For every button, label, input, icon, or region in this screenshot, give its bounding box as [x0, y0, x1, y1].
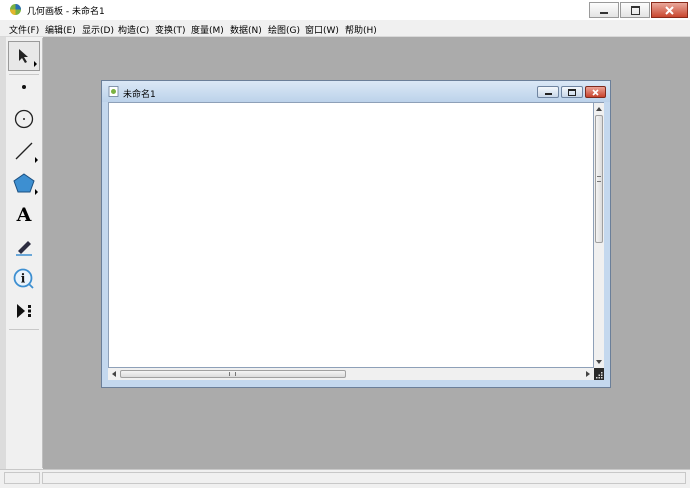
point-icon: [22, 85, 26, 89]
document-window: 未命名1: [101, 80, 611, 388]
vertical-scroll-thumb[interactable]: [595, 115, 603, 243]
status-segment: [42, 472, 686, 484]
selection-arrow-tool[interactable]: [8, 41, 40, 71]
app-window: 几何画板 - 未命名1 文件(F) 编辑(E) 显示(D) 构造(C) 变换(T…: [0, 0, 690, 488]
doc-maximize-button[interactable]: [561, 86, 583, 98]
minimize-icon: [544, 93, 552, 95]
text-icon: A: [16, 204, 32, 226]
menu-data[interactable]: 数据(N): [230, 23, 262, 36]
menu-transform[interactable]: 变换(T): [155, 23, 186, 36]
toolbox-divider: [9, 329, 39, 330]
info-icon: i: [13, 268, 34, 289]
menu-graph[interactable]: 绘图(G): [268, 23, 300, 36]
polygon-icon: [13, 173, 35, 193]
grip-icon: [597, 176, 601, 182]
status-bar: [0, 469, 690, 488]
window-title: 几何画板 - 未命名1: [27, 7, 105, 17]
information-tool[interactable]: i: [8, 264, 40, 294]
document-title: 未命名1: [123, 90, 156, 100]
minimize-icon: [600, 12, 608, 14]
sketch-canvas[interactable]: [108, 102, 594, 368]
resize-grip-icon: [596, 372, 603, 379]
marker-tool[interactable]: [8, 232, 40, 262]
submenu-arrow-icon: [34, 61, 37, 67]
title-bar: 几何画板 - 未命名1: [0, 0, 690, 20]
doc-minimize-button[interactable]: [537, 86, 559, 98]
svg-text:i: i: [21, 272, 26, 286]
menu-construct[interactable]: 构造(C): [118, 23, 149, 36]
close-icon: [665, 5, 674, 15]
maximize-button[interactable]: [620, 2, 650, 18]
restore-icon: [568, 88, 576, 96]
horizontal-scrollbar[interactable]: [108, 368, 594, 380]
menu-bar: 文件(F) 编辑(E) 显示(D) 构造(C) 变换(T) 度量(M) 数据(N…: [0, 20, 690, 37]
close-button[interactable]: [651, 2, 688, 18]
toolbox: A i: [6, 38, 43, 468]
menu-display[interactable]: 显示(D): [82, 23, 114, 36]
document-title-bar[interactable]: 未命名1: [102, 81, 610, 102]
menu-window[interactable]: 窗口(W): [305, 23, 339, 36]
horizontal-scroll-thumb[interactable]: [120, 370, 346, 378]
menu-help[interactable]: 帮助(H): [345, 23, 377, 36]
resize-grip[interactable]: [594, 368, 604, 380]
grip-icon: [229, 372, 236, 376]
document-icon: [108, 86, 119, 97]
status-segment: [4, 472, 40, 484]
text-tool[interactable]: A: [8, 200, 40, 230]
scroll-down-icon[interactable]: [594, 358, 604, 366]
point-tool[interactable]: [8, 72, 40, 102]
play-dots-icon: [17, 304, 31, 318]
custom-tool[interactable]: [8, 296, 40, 326]
minimize-button[interactable]: [589, 2, 619, 18]
menu-file[interactable]: 文件(F): [9, 23, 39, 36]
arrow-icon: [19, 49, 28, 63]
sketchpad-logo-icon: [10, 4, 21, 15]
circle-icon: [14, 109, 34, 129]
vertical-scrollbar[interactable]: [594, 102, 604, 368]
restore-icon: [630, 5, 640, 15]
compass-tool[interactable]: [8, 104, 40, 134]
close-icon: [592, 88, 599, 96]
scroll-right-icon[interactable]: [584, 369, 592, 379]
line-icon: [15, 142, 33, 160]
marker-icon: [16, 241, 32, 256]
polygon-tool[interactable]: [8, 168, 40, 198]
straightedge-tool[interactable]: [8, 136, 40, 166]
scroll-left-icon[interactable]: [110, 369, 118, 379]
menu-measure[interactable]: 度量(M): [191, 23, 224, 36]
doc-close-button[interactable]: [585, 86, 606, 98]
menu-edit[interactable]: 编辑(E): [45, 23, 76, 36]
submenu-arrow-icon: [35, 157, 38, 163]
scroll-up-icon[interactable]: [594, 105, 604, 113]
submenu-arrow-icon: [35, 189, 38, 195]
